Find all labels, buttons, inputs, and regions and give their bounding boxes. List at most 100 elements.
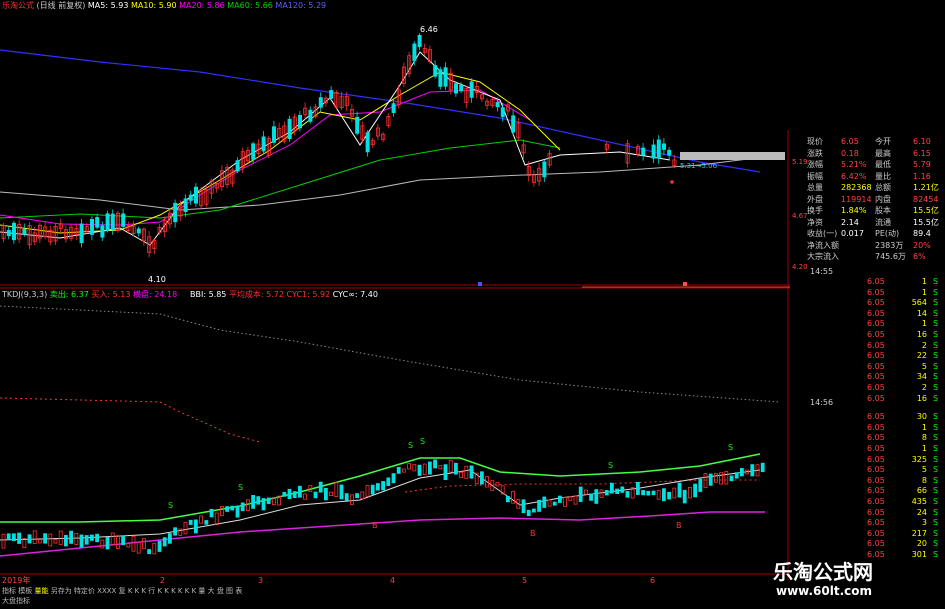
signal-b-3: B <box>676 521 682 530</box>
tick-list: 6.05 1 S 6.05 1 S 6.05 564 S 6.05 14 S 6.05 1 S 6.05 16 S… <box>805 265 945 559</box>
quote-row: 总量 282368 总额 1.21亿 <box>805 182 945 193</box>
indicator-candle <box>417 464 422 476</box>
tick-row: 6.05 5 S <box>805 362 945 372</box>
tick-v: 24 <box>916 507 927 517</box>
tick-row: 6.05 8 S <box>805 433 945 443</box>
quote-v2: 1.16 <box>913 171 931 181</box>
indicator-candle <box>505 495 510 503</box>
indicator-candle <box>615 488 619 495</box>
tick-t: S <box>933 528 939 538</box>
tick-t: S <box>933 383 939 392</box>
main-candle-body <box>11 222 16 241</box>
quote-row: 外盘 119914 内盘 82454 <box>805 194 945 205</box>
tick-p: 6.05 <box>867 539 885 549</box>
indicator-candles <box>1 459 765 555</box>
indicator-candle <box>625 491 630 498</box>
main-candle-body <box>188 194 193 201</box>
x-axis-month-6: 6 <box>650 576 656 585</box>
quote-k2: 股本 <box>875 206 891 215</box>
last-price-dot <box>670 180 674 184</box>
tick-p: 6.05 <box>867 383 885 392</box>
quote-v2: 89.4 <box>913 229 931 238</box>
quote-panel: 现价 6.05 今开 6.10 涨跌 0.18 最高 6.15 涨幅 5.21% 最低 5.79 振幅 6… <box>805 136 945 264</box>
indicator-candle <box>547 499 552 507</box>
tick-t: S <box>933 412 939 422</box>
indicator-candle <box>719 472 723 485</box>
tick-p: 6.05 <box>867 497 885 506</box>
tick-p: 6.05 <box>867 330 885 339</box>
ma120-line <box>0 49 761 173</box>
indicator-candle <box>323 487 328 501</box>
period-label[interactable]: (日线 前复权) <box>37 1 86 10</box>
indicator-candle <box>734 472 739 479</box>
indicator-candle <box>708 473 713 486</box>
quote-v2: 15.5亿 <box>913 217 939 227</box>
quote-row: 净流入额 2383万 20% <box>805 240 945 251</box>
indicator-lines <box>0 305 781 557</box>
tab-special-price[interactable]: 特定价 <box>74 587 95 595</box>
tick-row: 6.05 564 S <box>805 298 945 308</box>
tick-t: S <box>933 507 939 517</box>
tab-indicator[interactable]: 指标 <box>2 587 16 595</box>
quote-k1: 外盘 <box>807 194 823 204</box>
kline-chart[interactable]: 6.46 4.10 5.31→5.06 <box>0 0 945 609</box>
tab-period-buttons[interactable]: 复 K K K 行 K K K K K K 量 大 盘 图 表 <box>119 587 243 595</box>
tab-xxxx[interactable]: XXXX <box>97 587 116 595</box>
tab-template[interactable]: 模板 <box>18 587 32 595</box>
long-ma-line <box>0 154 781 211</box>
bottom-sub-label[interactable]: 大盘指标 <box>2 596 30 607</box>
indicator-title[interactable]: TKDJ(9,3,3) <box>2 290 47 299</box>
quote-row: 大宗流入 745.6万 6% <box>805 251 945 262</box>
tick-row: 6.05 2 S <box>805 383 945 393</box>
indicator-candle <box>604 489 609 496</box>
indicator-candle <box>750 464 755 477</box>
indicator-candle <box>453 462 458 475</box>
tick-row: 6.05 8 S <box>805 476 945 486</box>
indicator-upper-line <box>0 453 761 523</box>
main-candle-body <box>391 103 396 114</box>
indicator-candle <box>344 493 349 501</box>
indicator-candle <box>552 501 557 506</box>
indicator-candle <box>427 461 432 475</box>
quote-v1: 1.84% <box>841 206 867 215</box>
indicator-candle <box>303 493 308 500</box>
tab-volume[interactable]: 量能 <box>34 587 48 595</box>
indicator-candle <box>479 471 484 485</box>
main-candle-body <box>95 217 100 228</box>
indicator-candle <box>329 491 334 496</box>
quote-row: 换手 1.84% 股本 15.5亿 <box>805 205 945 216</box>
indicator-candle <box>688 486 692 499</box>
bottom-tabbar: 指标 模板 量能 另存为 特定价 XXXX 复 K K K 行 K K K K … <box>2 586 242 597</box>
main-candle-body <box>500 107 505 118</box>
indicator-candle <box>656 490 661 500</box>
main-candles <box>1 33 677 258</box>
indicator-candle <box>261 498 266 511</box>
tab-save-as[interactable]: 另存为 <box>51 587 72 595</box>
signal-s-3: S <box>408 441 414 450</box>
quote-v1: 282368 <box>841 183 872 192</box>
tick-v: 325 <box>911 454 927 464</box>
quote-k2: 内盘 <box>875 194 891 204</box>
indicator-candle <box>219 506 224 517</box>
tick-t: S <box>933 475 939 485</box>
stock-name[interactable]: 乐淘公式 <box>2 1 34 10</box>
main-candle-body <box>121 213 126 227</box>
tick-t: S <box>933 340 939 350</box>
tick-v: 5 <box>921 361 927 371</box>
indicator-candle <box>256 496 261 505</box>
tick-t: S <box>933 550 939 559</box>
indicator-candle <box>287 488 292 499</box>
tick-t: S <box>933 486 939 496</box>
indicator-candle <box>646 490 651 496</box>
main-candle-body <box>651 144 656 159</box>
indicator-candle <box>412 464 417 472</box>
tick-p: 6.05 <box>867 393 885 403</box>
tick-row: 6.05 435 S <box>805 497 945 507</box>
indicator-candle <box>521 499 526 514</box>
indicator-candle <box>740 467 744 477</box>
indicator-candle <box>214 512 219 526</box>
tick-row: 6.05 2 S <box>805 341 945 351</box>
indicator-candle <box>167 533 172 544</box>
indicator-dotted-line <box>0 305 781 403</box>
indicator-candle <box>318 481 323 493</box>
